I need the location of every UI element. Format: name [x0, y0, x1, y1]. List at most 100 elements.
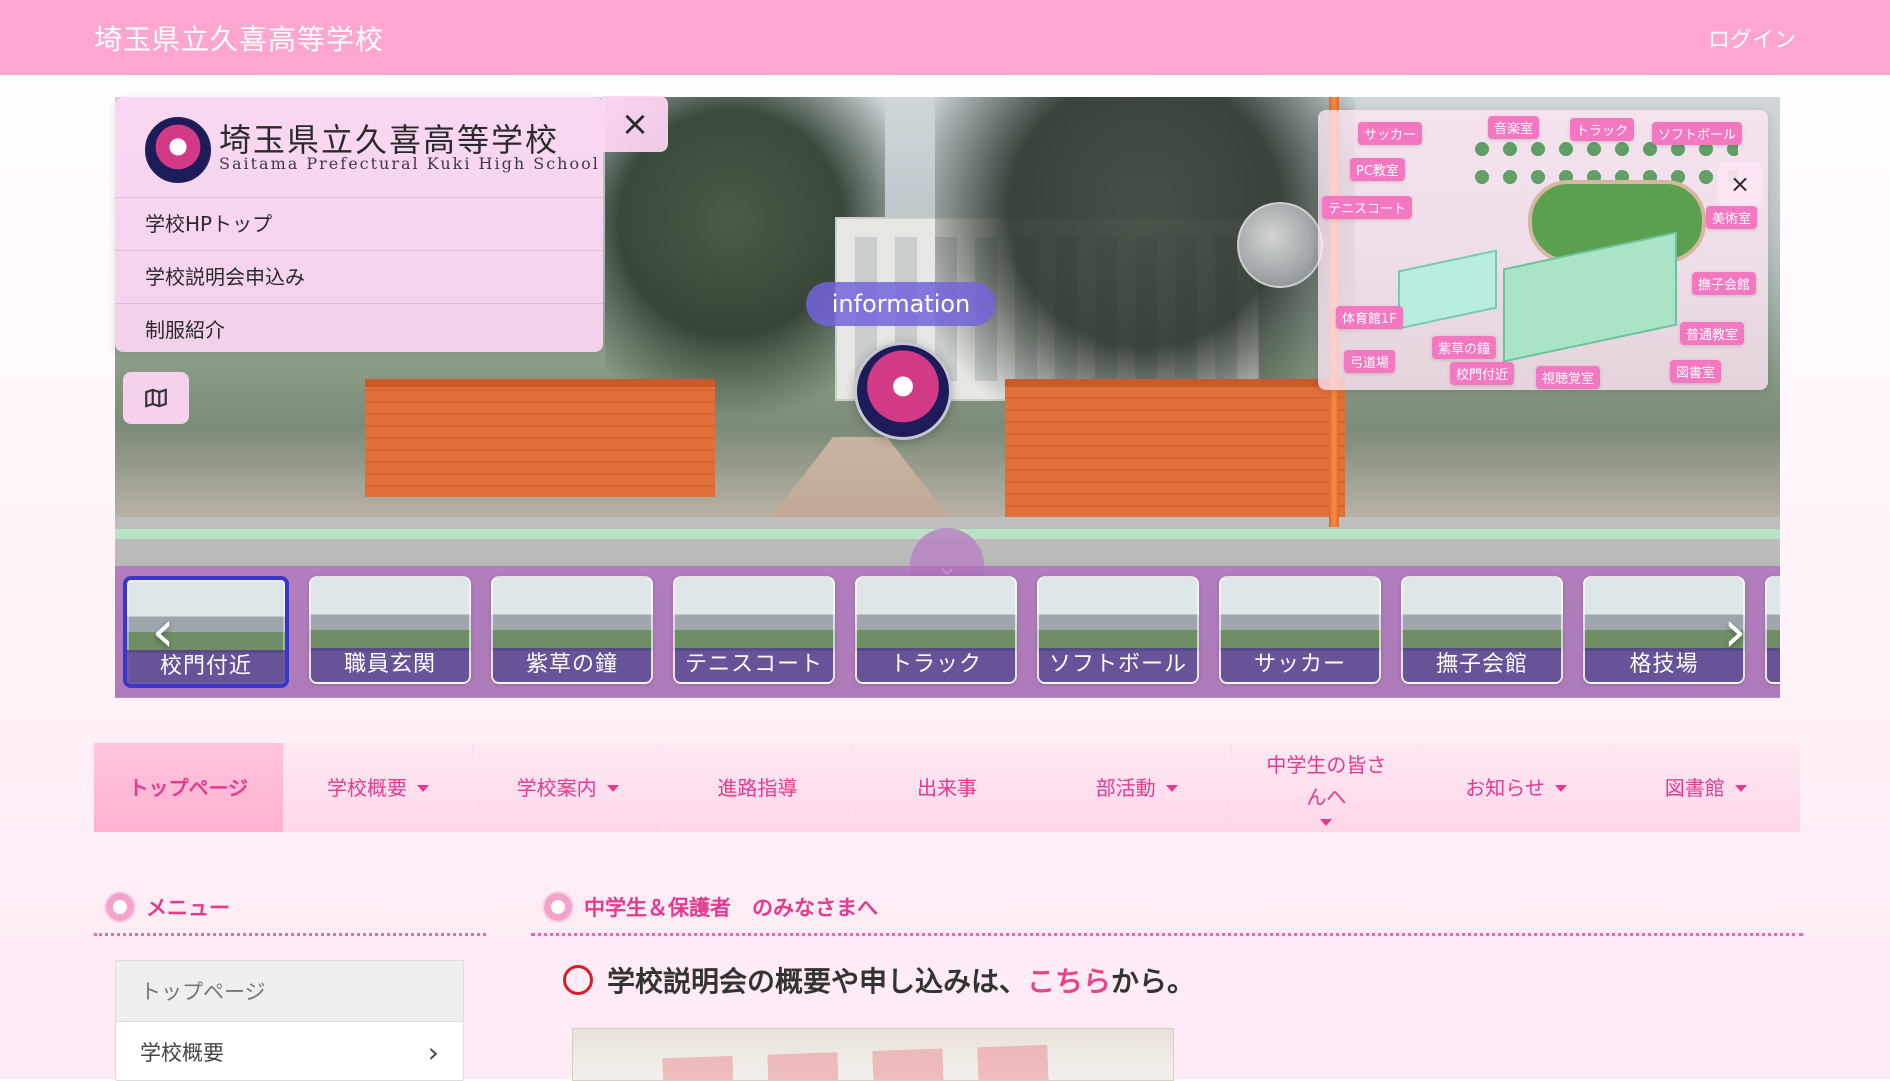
mini-map-tag[interactable]: 紫草の鐘	[1432, 336, 1497, 359]
thumbnail-list: 校門付近 職員玄関 紫草の鐘 テニスコート トラック ソフトボール サッカー 撫…	[123, 576, 1780, 688]
thumbnail-item[interactable]: トラック	[855, 576, 1017, 684]
sidebar-item-top[interactable]: トップページ	[116, 961, 463, 1022]
nav-item-junior-high[interactable]: 中学生の皆さ んへ	[1232, 743, 1421, 832]
chevron-left-icon: ‹	[151, 597, 175, 665]
info-text-suffix: から。	[1111, 965, 1196, 998]
chevron-right-icon: ›	[1723, 597, 1747, 665]
nav-item-guide[interactable]: 学校案内	[473, 743, 663, 832]
sidebar-item-overview[interactable]: 学校概要 ›	[116, 1022, 463, 1080]
mini-map-tag[interactable]: 体育館1F	[1336, 306, 1403, 329]
mini-map-tag[interactable]: 校門付近	[1450, 362, 1515, 385]
section-ring-icon	[106, 893, 134, 921]
nav-item-label: トップページ	[128, 775, 249, 800]
nav-item-top[interactable]: トップページ	[94, 743, 283, 832]
tour-menu-item[interactable]: 制服紹介	[115, 303, 603, 356]
mini-map-tag[interactable]: 美術室	[1706, 206, 1758, 229]
thumbnail-item[interactable]: 弓	[1765, 576, 1780, 684]
nav-item-news[interactable]: お知らせ	[1421, 743, 1611, 832]
mini-map[interactable]: サッカー 音楽室 トラック ソフトボール PC教室 テニスコート 美術室 撫子会…	[1318, 110, 1768, 390]
nav-item-library[interactable]: 図書館	[1611, 743, 1801, 832]
thumbnail-item[interactable]: 撫子会館	[1401, 576, 1563, 684]
nav-item-label: お知らせ	[1465, 775, 1545, 800]
chevron-right-icon: ›	[427, 1035, 439, 1069]
info-text: 学校説明会の概要や申し込みは、こちらから。	[607, 960, 1195, 1000]
thumbnail-label: ソフトボール	[1039, 648, 1197, 682]
close-icon: ×	[1729, 170, 1751, 198]
nav-item-label: 学校概要	[327, 775, 407, 800]
close-icon: ×	[620, 104, 650, 144]
mini-map-tag[interactable]: テニスコート	[1322, 196, 1413, 219]
thumbnail-item[interactable]: 紫草の鐘	[491, 576, 653, 684]
menu-section-divider	[94, 933, 486, 936]
mini-map-building-main	[1503, 231, 1677, 363]
caret-down-icon	[1554, 785, 1567, 792]
thumbnail-label: テニスコート	[675, 648, 833, 682]
mini-map-tag[interactable]: 普通教室	[1680, 322, 1745, 345]
sidebar-item-label: 学校概要	[140, 1041, 224, 1065]
thumbnail-item[interactable]: サッカー	[1219, 576, 1381, 684]
nav-item-label: 学校案内	[516, 775, 597, 800]
tour-menu-item[interactable]: 学校HPトップ	[115, 197, 603, 250]
info-line: 学校説明会の概要や申し込みは、こちらから。	[563, 958, 1195, 1002]
top-header: 埼玉県立久喜高等学校 ログイン	[0, 0, 1890, 75]
sidebar-item-label: トップページ	[140, 980, 266, 1004]
info-section-divider	[531, 933, 1803, 936]
thumbnail-label: サッカー	[1221, 648, 1379, 682]
mini-map-tag[interactable]: 視聴覚室	[1536, 366, 1601, 389]
mini-map-tag[interactable]: PC教室	[1350, 158, 1405, 181]
tour-menu-close-button[interactable]: ×	[602, 96, 668, 152]
nav-item-clubs[interactable]: 部活動	[1042, 743, 1232, 832]
nav-item-label: 進路指導	[717, 775, 798, 800]
thumbnail-label: トラック	[857, 648, 1015, 682]
red-circle-icon	[563, 965, 593, 995]
info-link[interactable]: こちら	[1027, 965, 1111, 998]
thumbnail-strip: 校門付近 職員玄関 紫草の鐘 テニスコート トラック ソフトボール サッカー 撫…	[115, 566, 1780, 698]
panorama-hotspot[interactable]	[1237, 202, 1323, 288]
caret-down-icon	[606, 785, 619, 792]
nav-item-label: 部活動	[1095, 775, 1156, 800]
menu-section-title: メニュー	[146, 896, 230, 920]
tour-menu-item[interactable]: 学校説明会申込み	[115, 250, 603, 303]
map-icon	[145, 388, 167, 408]
mini-map-close-button[interactable]: ×	[1718, 162, 1762, 206]
section-ring-icon	[544, 893, 572, 921]
mini-map-tag[interactable]: 撫子会館	[1692, 272, 1757, 295]
thumbnail-item[interactable]: 職員玄関	[309, 576, 471, 684]
caret-down-icon	[417, 785, 429, 792]
nav-item-events[interactable]: 出来事	[852, 743, 1042, 832]
login-link[interactable]: ログイン	[1708, 22, 1796, 54]
info-section-title: 中学生＆保護者 のみなさまへ	[584, 896, 878, 920]
tour-menu-subtitle: Saitama Prefectural Kuki High School	[219, 154, 600, 173]
caret-down-icon	[1320, 819, 1333, 826]
mini-map-tag[interactable]: 図書室	[1670, 360, 1722, 383]
main-navigation: トップページ 学校概要 学校案内 進路指導 出来事 部活動 中学生の皆さ んへ …	[94, 743, 1801, 832]
thumbnail-label: 紫草の鐘	[493, 648, 651, 682]
thumbnail-next-button[interactable]: ›	[1712, 590, 1758, 672]
sidebar-menu: トップページ 学校概要 ›	[115, 960, 464, 1081]
thumbnail-item[interactable]: テニスコート	[673, 576, 835, 684]
info-banner-image	[572, 1028, 1174, 1081]
mini-map-building-gym	[1398, 249, 1497, 330]
caret-down-icon	[1165, 785, 1178, 792]
thumbnail-label: 弓	[1767, 648, 1780, 682]
school-emblem-logo	[145, 117, 211, 183]
thumbnail-item[interactable]: ソフトボール	[1037, 576, 1199, 684]
mini-map-tag[interactable]: サッカー	[1358, 122, 1423, 145]
mini-map-tag[interactable]: トラック	[1570, 118, 1635, 141]
tour-menu-panel: 埼玉県立久喜高等学校 Saitama Prefectural Kuki High…	[115, 97, 603, 352]
nav-item-overview[interactable]: 学校概要	[283, 743, 473, 832]
mini-map-tag[interactable]: ソフトボール	[1652, 122, 1743, 145]
info-text-prefix: 学校説明会の概要や申し込みは、	[607, 965, 1028, 998]
information-button[interactable]: information	[806, 282, 996, 326]
site-title[interactable]: 埼玉県立久喜高等学校	[94, 18, 384, 58]
thumbnail-prev-button[interactable]: ‹	[140, 590, 186, 672]
nav-item-label: 図書館	[1664, 775, 1725, 800]
mini-map-tag[interactable]: 音楽室	[1488, 116, 1540, 139]
caret-down-icon	[1734, 785, 1747, 792]
hero-brick-wall-right	[1005, 379, 1345, 517]
map-toggle-button[interactable]	[123, 372, 189, 424]
mini-map-tag[interactable]: 弓道場	[1344, 350, 1396, 373]
information-marker[interactable]	[854, 342, 952, 440]
hero-brick-wall-left	[365, 379, 715, 497]
nav-item-career[interactable]: 進路指導	[663, 743, 852, 832]
